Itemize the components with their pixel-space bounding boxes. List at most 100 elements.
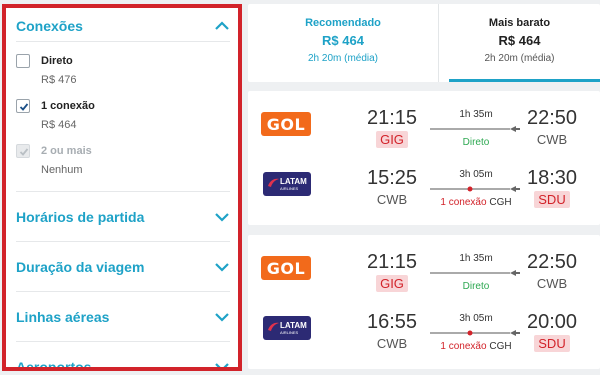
- arrival-time: 18:30: [526, 167, 578, 189]
- connection-airport: CGH: [489, 341, 512, 352]
- filter-section-title: Duração da viagem: [16, 258, 145, 275]
- departure: 15:25 CWB: [362, 167, 422, 209]
- connection-options: Direto R$ 476 1 conexão R$ 464 2 ou mais…: [16, 42, 230, 192]
- departure: 21:15 GIG: [362, 107, 422, 149]
- route-line: [430, 327, 522, 339]
- route-line: [430, 267, 522, 279]
- connection-option-direct[interactable]: Direto R$ 476: [16, 54, 230, 99]
- chevron-down-icon: [215, 262, 229, 272]
- flight-card[interactable]: GOL 21:15 GIG 1h 35m Direto 22:50 CWB LA…: [248, 91, 600, 225]
- logo-text: LATAM: [280, 321, 307, 330]
- logo-text: GOL: [266, 114, 306, 134]
- filter-section-airports: Aeroportos: [16, 342, 230, 371]
- option-label: 2 ou mais: [41, 145, 92, 157]
- tab-label: Recomendado: [305, 17, 381, 29]
- airplane-icon: [430, 330, 520, 336]
- stops-info: Direto: [430, 281, 522, 293]
- tab-duration: 2h 20m (média): [307, 53, 379, 64]
- route-line: [430, 183, 522, 195]
- connection-option-two-plus: 2 ou mais Nenhum: [16, 144, 230, 189]
- tab-recommended[interactable]: Recomendado R$ 464 2h 20m (média): [248, 4, 438, 82]
- arrival: 22:50 CWB: [520, 107, 584, 149]
- flight-leg-outbound: GOL 21:15 GIG 1h 35m Direto 22:50 CWB: [248, 101, 600, 151]
- arrival-time: 22:50: [526, 251, 578, 273]
- latam-logo-mark: LATAM AIRLINES: [268, 177, 307, 191]
- departure: 16:55 CWB: [362, 311, 422, 353]
- filter-section-departure-times: Horários de partida: [16, 192, 230, 242]
- departure-time: 21:15: [366, 107, 418, 129]
- filter-section-trip-duration-header[interactable]: Duração da viagem: [16, 242, 230, 292]
- filter-section-airlines: Linhas aéreas: [16, 292, 230, 342]
- stops-label: Direto: [462, 137, 490, 148]
- filter-section-trip-duration: Duração da viagem: [16, 242, 230, 292]
- filter-section-title: Linhas aéreas: [16, 308, 110, 325]
- arrival-time: 22:50: [526, 107, 578, 129]
- option-label: 1 conexão: [41, 100, 95, 112]
- chevron-down-icon: [215, 363, 229, 367]
- arrival-airport: SDU: [534, 191, 570, 208]
- gol-logo: GOL: [261, 112, 311, 136]
- flight-leg-outbound: GOL 21:15 GIG 1h 35m Direto 22:50 CWB: [248, 245, 600, 295]
- arrival-airport: SDU: [534, 335, 570, 352]
- tab-price: R$ 464: [498, 33, 541, 48]
- flight-duration: 3h 05m: [459, 313, 493, 324]
- latam-logo: LATAM AIRLINES: [263, 172, 311, 196]
- stops-info: 1 conexão CGH: [430, 341, 522, 353]
- latam-logo-mark: LATAM AIRLINES: [268, 321, 307, 335]
- filter-section-title: Aeroportos: [16, 359, 92, 371]
- arrival: 20:00 SDU: [520, 311, 584, 353]
- tab-cheapest[interactable]: Mais barato R$ 464 2h 20m (média): [438, 4, 600, 82]
- checkbox-one-stop[interactable]: [16, 99, 30, 113]
- arrival-time: 20:00: [526, 311, 578, 333]
- checkbox-direct[interactable]: [16, 54, 30, 68]
- arrival-airport: CWB: [536, 132, 568, 147]
- flight-duration: 3h 05m: [459, 169, 493, 180]
- gol-logo: GOL: [261, 256, 311, 280]
- stops-label: 1 conexão: [440, 341, 487, 352]
- stops-label: Direto: [462, 281, 490, 292]
- option-label: Direto: [41, 55, 73, 67]
- flight-card[interactable]: GOL 21:15 GIG 1h 35m Direto 22:50 CWB LA…: [248, 235, 600, 369]
- chevron-down-icon: [215, 312, 229, 322]
- filter-section-title: Conexões: [16, 17, 83, 34]
- option-price: R$ 464: [41, 119, 77, 131]
- filter-section-airlines-header[interactable]: Linhas aéreas: [16, 292, 230, 342]
- departure-airport: GIG: [376, 275, 408, 292]
- logo-subtext: AIRLINES: [280, 186, 299, 191]
- filter-section-title: Horários de partida: [16, 208, 145, 225]
- tab-price: R$ 464: [322, 33, 364, 48]
- chevron-up-icon: [215, 20, 229, 30]
- departure-airport: CWB: [376, 192, 408, 207]
- route-info: 1h 35m Direto: [430, 253, 522, 293]
- checkbox-two-plus: [16, 144, 30, 158]
- departure-airport: CWB: [376, 336, 408, 351]
- latam-logo: LATAM AIRLINES: [263, 316, 311, 340]
- stops-info: 1 conexão CGH: [430, 197, 522, 209]
- flight-leg-inbound: LATAM AIRLINES 15:25 CWB 3h 05m 1 conexã…: [248, 161, 600, 211]
- route-info: 3h 05m 1 conexão CGH: [430, 313, 522, 353]
- filter-section-airports-header[interactable]: Aeroportos: [16, 342, 230, 371]
- airplane-icon: [430, 126, 520, 132]
- filter-section-connections-header[interactable]: Conexões: [16, 10, 230, 42]
- flight-leg-inbound: LATAM AIRLINES 16:55 CWB 3h 05m 1 conexã…: [248, 305, 600, 355]
- connection-option-one-stop[interactable]: 1 conexão R$ 464: [16, 99, 230, 144]
- check-icon: [19, 148, 29, 156]
- check-icon: [19, 103, 29, 111]
- airplane-icon: [430, 186, 520, 192]
- departure-time: 21:15: [366, 251, 418, 273]
- option-price: Nenhum: [41, 164, 83, 176]
- route-info: 1h 35m Direto: [430, 109, 522, 149]
- stops-label: 1 conexão: [440, 197, 487, 208]
- route-line: [430, 123, 522, 135]
- tab-duration: 2h 20m (média): [484, 53, 555, 64]
- departure-time: 15:25: [366, 167, 418, 189]
- flight-duration: 1h 35m: [459, 109, 493, 120]
- filter-section-connections: Conexões Direto R$ 476 1 conexão R$ 464: [16, 10, 230, 192]
- option-price: R$ 476: [41, 74, 77, 86]
- tab-label: Mais barato: [488, 17, 551, 29]
- stops-info: Direto: [430, 137, 522, 149]
- filters-sidebar: Conexões Direto R$ 476 1 conexão R$ 464: [2, 4, 242, 371]
- arrival: 22:50 CWB: [520, 251, 584, 293]
- departure: 21:15 GIG: [362, 251, 422, 293]
- filter-section-departure-times-header[interactable]: Horários de partida: [16, 192, 230, 242]
